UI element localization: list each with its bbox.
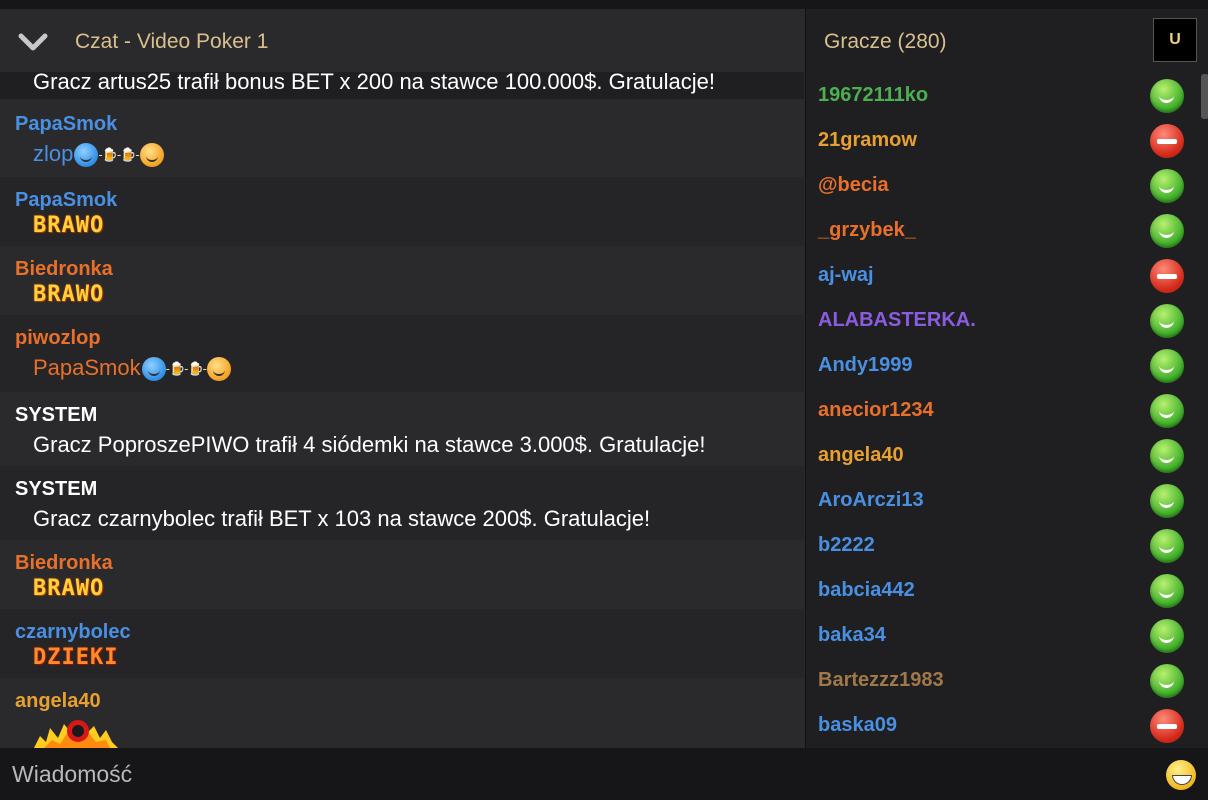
- message-input-bar: [0, 748, 1208, 800]
- message-author[interactable]: PapaSmok: [15, 189, 117, 212]
- player-row[interactable]: aj-waj: [806, 254, 1201, 299]
- chat-message: angela40: [0, 678, 804, 748]
- player-row[interactable]: 19672111ko: [806, 74, 1201, 119]
- player-row[interactable]: 21gramow: [806, 119, 1201, 164]
- player-name[interactable]: AroArczi13: [818, 489, 924, 512]
- chat-message: PapaSmok zlop -🍺-🍺-: [0, 101, 804, 177]
- dzieki-sticker: DZIEKI: [33, 645, 119, 670]
- player-row[interactable]: @becia: [806, 164, 1201, 209]
- message-input[interactable]: [0, 748, 1150, 800]
- player-name[interactable]: aj-waj: [818, 264, 874, 287]
- status-online-icon[interactable]: [1150, 439, 1184, 473]
- players-title: Gracze (280): [824, 30, 947, 53]
- status-online-icon[interactable]: [1150, 79, 1184, 113]
- status-online-icon[interactable]: [1150, 529, 1184, 563]
- chat-message: SYSTEM Gracz PoproszePIWO trafił 4 sióde…: [0, 392, 804, 466]
- player-name[interactable]: angela40: [818, 444, 904, 467]
- message-author[interactable]: czarnybolec: [15, 621, 131, 644]
- message-author[interactable]: angela40: [15, 690, 101, 713]
- chat-message: PapaSmok BRAWO: [0, 177, 804, 246]
- players-list[interactable]: 19672111ko 21gramow @becia _grzybek_ aj-waj A…: [806, 74, 1208, 748]
- message-text: zlop -🍺-🍺-: [33, 141, 164, 168]
- smiley-orange-icon: [139, 143, 164, 168]
- status-online-icon[interactable]: [1150, 484, 1184, 518]
- message-text: Gracz PoproszePIWO trafił 4 siódemki na …: [33, 432, 706, 457]
- message-text: Gracz czarnybolec trafił BET x 103 na st…: [33, 506, 651, 531]
- chat-title: Czat - Video Poker 1: [75, 30, 269, 53]
- message-text: PapaSmok -🍺-🍺-: [33, 355, 231, 382]
- player-row[interactable]: _grzybek_: [806, 209, 1201, 254]
- status-online-icon[interactable]: [1150, 169, 1184, 203]
- chat-message: piwozlop PapaSmok -🍺-🍺-: [0, 315, 804, 392]
- status-busy-icon[interactable]: [1150, 259, 1184, 293]
- player-name[interactable]: Andy1999: [818, 354, 913, 377]
- players-scrollbar[interactable]: [1201, 74, 1208, 119]
- smiley-icon[interactable]: [1166, 760, 1196, 790]
- smiley-orange-icon: [207, 357, 231, 382]
- chat-header: Czat - Video Poker 1: [0, 9, 804, 74]
- message-author: SYSTEM: [15, 478, 98, 500]
- beer-icon: -🍺-: [165, 361, 189, 377]
- chat-message: SYSTEM Gracz czarnybolec trafił BET x 10…: [0, 466, 804, 540]
- players-panel: Gracze (280) U 19672111ko 21gramow @becia _…: [805, 9, 1208, 748]
- chat-messages[interactable]: Gracz artus25 trafił bonus BET x 200 na …: [0, 72, 804, 748]
- player-name[interactable]: 21gramow: [818, 129, 917, 152]
- message-author[interactable]: Biedronka: [15, 258, 113, 281]
- message-author[interactable]: piwozlop: [15, 327, 101, 350]
- player-row[interactable]: anecior1234: [806, 389, 1201, 434]
- player-name[interactable]: Bartezzz1983: [818, 669, 944, 692]
- beer-icon: 🍺-: [187, 361, 206, 377]
- player-name[interactable]: babcia442: [818, 579, 915, 602]
- collapse-chevron-icon[interactable]: [16, 27, 50, 57]
- beer-icon: 🍺-: [120, 147, 139, 163]
- player-name[interactable]: anecior1234: [818, 399, 934, 422]
- smiley-blue-icon: [141, 357, 166, 382]
- brawo-sticker: BRAWO: [33, 213, 105, 238]
- system-message: Gracz artus25 trafił bonus BET x 200 na …: [0, 72, 804, 99]
- player-row[interactable]: baka34: [806, 614, 1201, 659]
- beer-icon: -🍺-: [98, 147, 121, 163]
- player-row[interactable]: Bartezzz1983: [806, 659, 1201, 704]
- chat-message: Biedronka BRAWO: [0, 246, 804, 315]
- smiley-blue-icon: [74, 143, 99, 168]
- player-name[interactable]: 19672111ko: [818, 84, 928, 107]
- player-name[interactable]: baska09: [818, 714, 897, 737]
- top-strip: [0, 0, 1208, 9]
- player-name[interactable]: baka34: [818, 624, 886, 647]
- status-online-icon[interactable]: [1150, 574, 1184, 608]
- status-online-icon[interactable]: [1150, 394, 1184, 428]
- chat-panel: Czat - Video Poker 1 Gracz artus25 trafi…: [0, 9, 804, 748]
- status-online-icon[interactable]: [1150, 349, 1184, 383]
- status-online-icon[interactable]: [1150, 619, 1184, 653]
- brawo-sticker: BRAWO: [33, 576, 105, 601]
- player-row[interactable]: angela40: [806, 434, 1201, 479]
- player-row[interactable]: Andy1999: [806, 344, 1201, 389]
- player-name[interactable]: b2222: [818, 534, 875, 557]
- message-author: SYSTEM: [15, 404, 98, 426]
- brawo-sticker: BRAWO: [33, 282, 105, 307]
- status-busy-icon[interactable]: [1150, 709, 1184, 743]
- player-row[interactable]: AroArczi13: [806, 479, 1201, 524]
- status-online-icon[interactable]: [1150, 214, 1184, 248]
- chat-message: Biedronka BRAWO: [0, 540, 804, 609]
- player-name[interactable]: ALABASTERKA.: [818, 309, 976, 332]
- u-button[interactable]: U: [1153, 18, 1197, 62]
- player-row[interactable]: baska09: [806, 704, 1201, 748]
- chat-message: czarnybolec DZIEKI: [0, 609, 804, 678]
- status-online-icon[interactable]: [1150, 664, 1184, 698]
- player-row[interactable]: babcia442: [806, 569, 1201, 614]
- player-row[interactable]: b2222: [806, 524, 1201, 569]
- player-name[interactable]: _grzybek_: [818, 219, 916, 242]
- message-author[interactable]: PapaSmok: [15, 113, 117, 136]
- status-online-icon[interactable]: [1150, 304, 1184, 338]
- message-author[interactable]: Biedronka: [15, 552, 113, 575]
- player-name[interactable]: @becia: [818, 174, 889, 197]
- status-busy-icon[interactable]: [1150, 124, 1184, 158]
- player-row[interactable]: ALABASTERKA.: [806, 299, 1201, 344]
- explosion-sticker-icon: [34, 718, 118, 748]
